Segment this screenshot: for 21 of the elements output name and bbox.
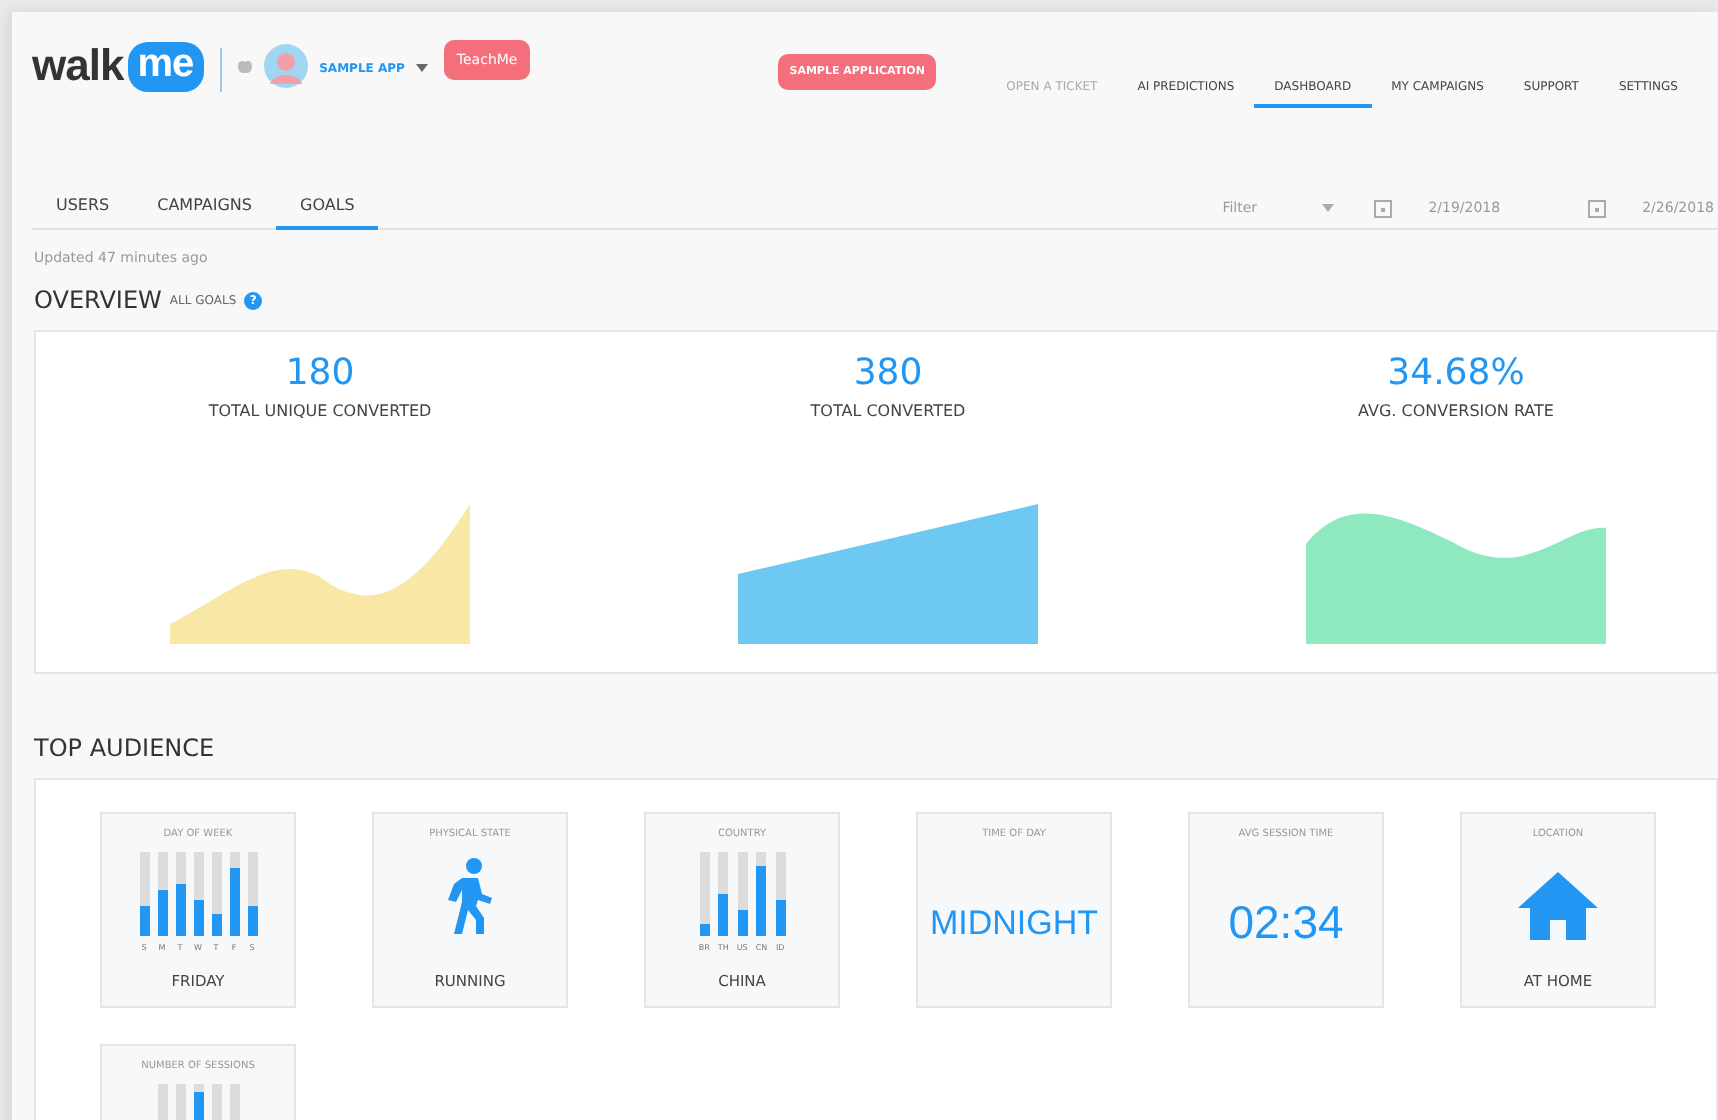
- section-title: TOP AUDIENCE: [34, 734, 215, 762]
- avatar-icon[interactable]: [263, 44, 308, 88]
- walkme-logo[interactable]: walk me: [32, 40, 204, 92]
- calendar-icon[interactable]: [1588, 198, 1607, 218]
- audience-value: MIDNIGHT: [929, 903, 1099, 943]
- calendar-icon[interactable]: [1374, 198, 1393, 218]
- tab[interactable]: USERS: [32, 187, 134, 229]
- metric-label: TOTAL UNIQUE CONVERTED: [208, 402, 432, 420]
- metric-value: 380: [853, 352, 923, 394]
- apple-icon: [237, 58, 252, 74]
- house-icon: [1518, 872, 1598, 940]
- tab[interactable]: GOALS: [276, 187, 379, 229]
- audience-value: 02:34: [1228, 896, 1344, 950]
- metric-label: TOTAL CONVERTED: [810, 402, 966, 420]
- metric-value: 180: [285, 352, 355, 394]
- metric-label: AVG. CONVERSION RATE: [1358, 402, 1554, 420]
- tab[interactable]: CAMPAIGNS: [133, 187, 276, 229]
- walking-person-icon: [444, 858, 496, 935]
- caret-icon[interactable]: [416, 64, 429, 72]
- section-title: OVERVIEW: [34, 286, 162, 314]
- metric-value: 34.68%: [1387, 352, 1525, 394]
